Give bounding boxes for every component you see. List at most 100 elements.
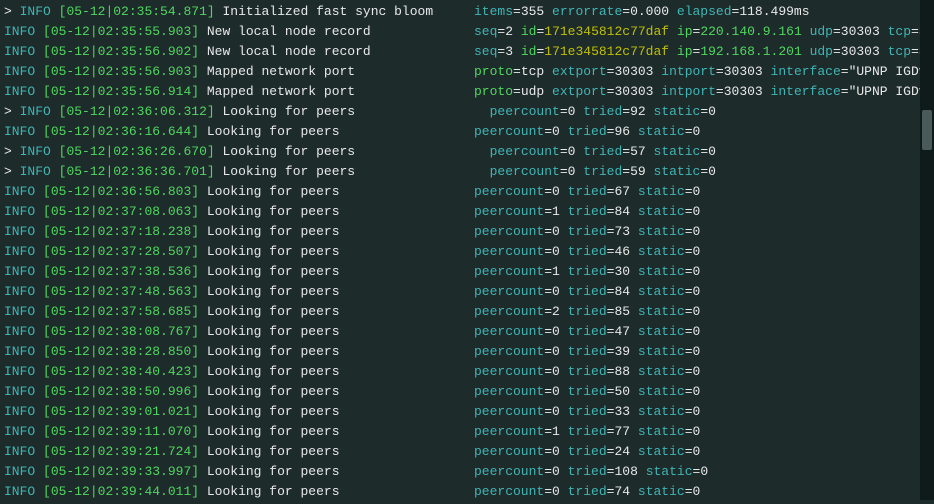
log-message: Looking for peers xyxy=(207,344,340,359)
log-line: INFO [05-12|02:39:11.070] Looking for pe… xyxy=(4,422,930,442)
log-level: INFO xyxy=(4,444,35,459)
equals: = xyxy=(544,264,552,279)
kv-value: 108 xyxy=(614,464,637,479)
timestamp: [05-12|02:35:56.902] xyxy=(43,44,199,59)
kv-key: peercount xyxy=(474,344,544,359)
scrollbar-track[interactable] xyxy=(920,0,934,500)
kv-value: 220.140.9.161 xyxy=(700,24,801,39)
log-kv: peercount=0 tried=74 static=0 xyxy=(474,482,700,502)
kv-value: 118.499ms xyxy=(739,4,809,19)
log-kv: proto=tcp extport=30303 intport=30303 in… xyxy=(474,62,934,82)
log-line: INFO [05-12|02:39:44.011] Looking for pe… xyxy=(4,482,930,502)
equals: = xyxy=(685,204,693,219)
log-level: INFO xyxy=(4,384,35,399)
kv-key: tried xyxy=(583,104,622,119)
equals: = xyxy=(544,324,552,339)
kv-key: tried xyxy=(568,184,607,199)
log-kv: peercount=1 tried=84 static=0 xyxy=(474,202,700,222)
kv-key: seq xyxy=(474,44,497,59)
scrollbar-thumb[interactable] xyxy=(922,110,932,150)
kv-key: static xyxy=(638,444,685,459)
log-left: INFO [05-12|02:37:48.563] Looking for pe… xyxy=(4,282,474,302)
kv-value: 0 xyxy=(552,284,560,299)
log-left: INFO [05-12|02:36:56.803] Looking for pe… xyxy=(4,182,474,202)
kv-value: 192.168.1.201 xyxy=(700,44,801,59)
log-level: INFO xyxy=(4,64,35,79)
kv-key: tried xyxy=(583,144,622,159)
prompt: > xyxy=(4,4,20,19)
kv-key: peercount xyxy=(474,304,544,319)
log-left: INFO [05-12|02:38:08.767] Looking for pe… xyxy=(4,322,474,342)
kv-value: 0 xyxy=(693,264,701,279)
equals: = xyxy=(685,384,693,399)
log-left: INFO [05-12|02:35:56.914] Mapped network… xyxy=(4,82,474,102)
log-left: INFO [05-12|02:39:21.724] Looking for pe… xyxy=(4,442,474,462)
kv-key: tried xyxy=(568,204,607,219)
kv-key: tried xyxy=(568,344,607,359)
kv-value: 0 xyxy=(693,484,701,499)
kv-key: tried xyxy=(568,284,607,299)
kv-value: 73 xyxy=(614,224,630,239)
timestamp: [05-12|02:37:58.685] xyxy=(43,304,199,319)
kv-value: 92 xyxy=(630,104,646,119)
kv-value: 0 xyxy=(568,144,576,159)
kv-key: ip xyxy=(677,44,693,59)
timestamp: [05-12|02:37:48.563] xyxy=(43,284,199,299)
kv-key: udp xyxy=(810,24,833,39)
kv-value: 0 xyxy=(693,444,701,459)
log-level: INFO xyxy=(4,344,35,359)
kv-key: static xyxy=(638,384,685,399)
terminal[interactable]: > INFO [05-12|02:35:54.871] Initialized … xyxy=(0,0,934,504)
log-line: INFO [05-12|02:35:56.902] New local node… xyxy=(4,42,930,62)
kv-value: 0 xyxy=(552,124,560,139)
timestamp: [05-12|02:39:11.070] xyxy=(43,424,199,439)
equals: = xyxy=(841,84,849,99)
kv-key: static xyxy=(638,304,685,319)
equals: = xyxy=(700,164,708,179)
kv-value: 1 xyxy=(552,424,560,439)
log-line: INFO [05-12|02:35:56.914] Mapped network… xyxy=(4,82,930,102)
kv-value: 77 xyxy=(614,424,630,439)
equals: = xyxy=(544,444,552,459)
kv-key: peercount xyxy=(474,364,544,379)
kv-value: 355 xyxy=(521,4,544,19)
kv-key: id xyxy=(521,44,537,59)
equals: = xyxy=(685,264,693,279)
kv-key: static xyxy=(638,324,685,339)
log-kv: peercount=0 tried=108 static=0 xyxy=(474,462,708,482)
log-line: INFO [05-12|02:37:48.563] Looking for pe… xyxy=(4,282,930,302)
equals: = xyxy=(685,244,693,259)
kv-key: tcp xyxy=(888,24,911,39)
log-message: New local node record xyxy=(207,24,371,39)
log-left: INFO [05-12|02:38:50.996] Looking for pe… xyxy=(4,382,474,402)
log-level: INFO xyxy=(20,144,51,159)
log-kv: peercount=0 tried=92 static=0 xyxy=(474,102,716,122)
kv-key: elapsed xyxy=(677,4,732,19)
kv-value: tcp xyxy=(521,64,544,79)
log-kv: peercount=1 tried=77 static=0 xyxy=(474,422,700,442)
log-message: Looking for peers xyxy=(207,404,340,419)
kv-value: 0 xyxy=(708,104,716,119)
kv-value: 84 xyxy=(614,284,630,299)
timestamp: [05-12|02:35:54.871] xyxy=(59,4,215,19)
log-kv: peercount=0 tried=39 static=0 xyxy=(474,342,700,362)
kv-value: 96 xyxy=(614,124,630,139)
kv-value: 0 xyxy=(552,184,560,199)
kv-value: 0 xyxy=(693,404,701,419)
log-kv: peercount=0 tried=46 static=0 xyxy=(474,242,700,262)
kv-value: 0 xyxy=(693,224,701,239)
log-left: INFO [05-12|02:35:56.903] Mapped network… xyxy=(4,62,474,82)
equals: = xyxy=(544,424,552,439)
equals: = xyxy=(700,144,708,159)
log-line: INFO [05-12|02:39:21.724] Looking for pe… xyxy=(4,442,930,462)
equals: = xyxy=(622,164,630,179)
log-left: INFO [05-12|02:38:40.423] Looking for pe… xyxy=(4,362,474,382)
timestamp: [05-12|02:36:26.670] xyxy=(59,144,215,159)
kv-key: peercount xyxy=(474,284,544,299)
kv-value: 0 xyxy=(552,324,560,339)
kv-key: static xyxy=(638,284,685,299)
equals: = xyxy=(544,404,552,419)
kv-key: tried xyxy=(583,164,622,179)
kv-value: 0 xyxy=(700,464,708,479)
kv-key: udp xyxy=(810,44,833,59)
